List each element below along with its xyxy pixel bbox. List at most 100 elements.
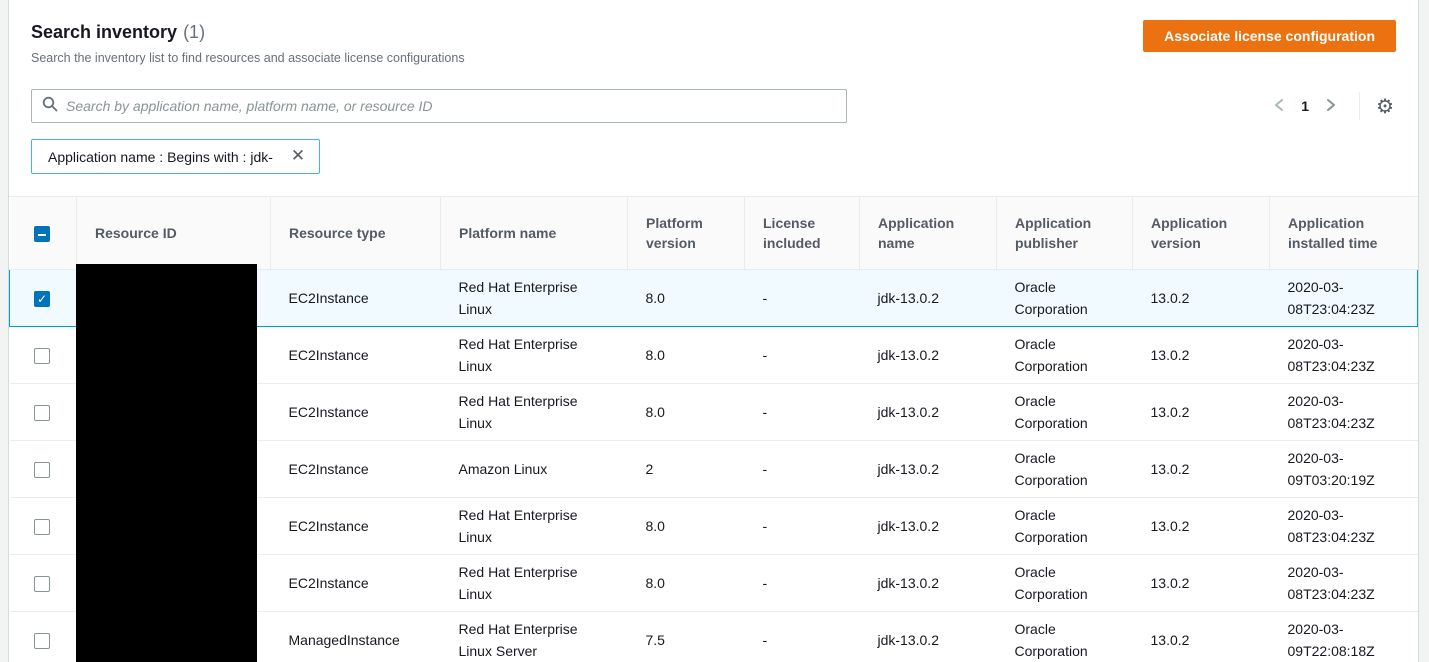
cell-license-included: - xyxy=(744,497,860,555)
cell-application-name: jdk-13.0.2 xyxy=(859,326,997,384)
cell-application-installed-time: 2020-03-08T23:04:23Z xyxy=(1269,497,1418,555)
cell-application-publisher: Oracle Corporation xyxy=(996,611,1133,662)
controls-divider xyxy=(1359,92,1361,120)
row-select-cell[interactable] xyxy=(9,611,77,662)
cell-application-publisher: Oracle Corporation xyxy=(996,326,1133,384)
cell-license-included: - xyxy=(744,611,860,662)
cell-platform-name: Red Hat Enterprise Linux xyxy=(440,554,628,612)
current-page-number[interactable]: 1 xyxy=(1301,98,1309,114)
row-checkbox[interactable] xyxy=(33,518,50,535)
column-header-application-publisher[interactable]: Application publisher xyxy=(996,197,1133,270)
cell-application-installed-time: 2020-03-08T23:04:23Z xyxy=(1269,554,1418,612)
column-header-application-version[interactable]: Application version xyxy=(1132,197,1270,270)
cell-application-name: jdk-13.0.2 xyxy=(859,611,997,662)
page-subtitle: Search the inventory list to find resour… xyxy=(31,51,465,65)
column-header-application-installed-time[interactable]: Application installed time xyxy=(1269,197,1418,270)
redacted-resource-id-overlay xyxy=(76,264,257,662)
page-title-text: Search inventory xyxy=(31,22,178,42)
cell-platform-name: Red Hat Enterprise Linux xyxy=(440,383,628,441)
search-box[interactable] xyxy=(31,89,847,123)
select-all-cell[interactable] xyxy=(9,197,77,270)
cell-license-included: - xyxy=(744,440,860,498)
cell-application-version: 13.0.2 xyxy=(1132,440,1270,498)
row-checkbox[interactable] xyxy=(33,404,50,421)
cell-platform-name: Red Hat Enterprise Linux xyxy=(440,326,628,384)
chevron-left-icon xyxy=(1273,98,1285,115)
cell-platform-name: Red Hat Enterprise Linux xyxy=(440,268,628,327)
cell-application-installed-time: 2020-03-08T23:04:23Z xyxy=(1269,383,1418,441)
next-page-button[interactable] xyxy=(1317,94,1345,119)
search-input[interactable] xyxy=(66,98,836,114)
row-select-cell[interactable] xyxy=(9,554,77,612)
row-select-cell[interactable] xyxy=(9,440,77,498)
row-checkbox[interactable] xyxy=(33,461,50,478)
cell-application-installed-time: 2020-03-09T22:08:18Z xyxy=(1269,611,1418,662)
cell-application-version: 13.0.2 xyxy=(1132,326,1270,384)
cell-application-publisher: Oracle Corporation xyxy=(996,440,1133,498)
cell-application-publisher: Oracle Corporation xyxy=(996,268,1133,327)
row-checkbox[interactable] xyxy=(33,347,50,364)
panel-header: Search inventory (1) Search the inventory… xyxy=(31,20,465,66)
cell-platform-name: Red Hat Enterprise Linux Server xyxy=(440,611,628,662)
cell-application-name: jdk-13.0.2 xyxy=(859,440,997,498)
page-title: Search inventory (1) xyxy=(31,20,465,44)
row-checkbox[interactable]: ✓ xyxy=(34,290,50,307)
cell-platform-version: 8.0 xyxy=(627,326,745,384)
row-select-cell[interactable]: ✓ xyxy=(9,268,77,327)
column-header-application-name[interactable]: Application name xyxy=(859,197,997,270)
cell-application-name: jdk-13.0.2 xyxy=(859,268,997,327)
gear-icon[interactable]: ⚙ xyxy=(1374,94,1396,118)
column-header-platform-version[interactable]: Platform version xyxy=(627,197,745,270)
cell-application-publisher: Oracle Corporation xyxy=(996,497,1133,555)
cell-application-installed-time: 2020-03-08T23:04:23Z xyxy=(1269,268,1418,327)
cell-license-included: - xyxy=(744,554,860,612)
column-header-platform-name[interactable]: Platform name xyxy=(440,197,628,270)
cell-application-name: jdk-13.0.2 xyxy=(859,497,997,555)
cell-application-publisher: Oracle Corporation xyxy=(996,383,1133,441)
row-checkbox[interactable] xyxy=(33,575,50,592)
search-inventory-page: { "page": { "background": "#f2f3f3", "pa… xyxy=(0,0,1429,662)
row-select-cell[interactable] xyxy=(9,497,77,555)
pagination-controls: 1 ⚙ xyxy=(1265,89,1396,123)
cell-application-version: 13.0.2 xyxy=(1132,268,1270,327)
cell-resource-type: EC2Instance xyxy=(270,383,441,441)
result-count: (1) xyxy=(183,22,206,42)
cell-application-name: jdk-13.0.2 xyxy=(859,383,997,441)
row-checkbox[interactable] xyxy=(33,632,50,649)
cell-platform-version: 7.5 xyxy=(627,611,745,662)
cell-resource-type: EC2Instance xyxy=(270,497,441,555)
table-header-row: Resource ID Resource type Platform name … xyxy=(9,197,1418,270)
filter-tag[interactable]: Application name : Begins with : jdk- ✕ xyxy=(31,139,321,174)
cell-application-publisher: Oracle Corporation xyxy=(996,554,1133,612)
cell-application-name: jdk-13.0.2 xyxy=(859,554,997,612)
column-header-resource-id[interactable]: Resource ID xyxy=(76,197,271,270)
cell-platform-version: 2 xyxy=(627,440,745,498)
cell-platform-version: 8.0 xyxy=(627,268,745,327)
row-select-cell[interactable] xyxy=(9,326,77,384)
cell-application-version: 13.0.2 xyxy=(1132,383,1270,441)
cell-platform-version: 8.0 xyxy=(627,554,745,612)
previous-page-button[interactable] xyxy=(1265,94,1293,119)
column-header-resource-type[interactable]: Resource type xyxy=(270,197,441,270)
cell-resource-type: EC2Instance xyxy=(270,268,441,327)
select-all-checkbox[interactable] xyxy=(33,226,50,243)
cell-resource-type: EC2Instance xyxy=(270,440,441,498)
cell-platform-version: 8.0 xyxy=(627,383,745,441)
row-select-cell[interactable] xyxy=(9,383,77,441)
cell-resource-type: EC2Instance xyxy=(270,554,441,612)
chevron-right-icon xyxy=(1325,98,1337,115)
cell-license-included: - xyxy=(744,383,860,441)
cell-platform-name: Red Hat Enterprise Linux xyxy=(440,497,628,555)
cell-platform-version: 8.0 xyxy=(627,497,745,555)
cell-application-installed-time: 2020-03-09T03:20:19Z xyxy=(1269,440,1418,498)
cell-resource-type: EC2Instance xyxy=(270,326,441,384)
cell-platform-name: Amazon Linux xyxy=(440,440,628,498)
column-header-license-included[interactable]: License included xyxy=(744,197,860,270)
cell-license-included: - xyxy=(744,326,860,384)
magnifier-icon xyxy=(42,96,58,117)
filter-tag-label: Application name : Begins with : jdk- xyxy=(48,148,273,165)
associate-license-configuration-button[interactable]: Associate license configuration xyxy=(1143,20,1396,52)
filter-tag-close-icon[interactable]: ✕ xyxy=(289,148,307,165)
cell-application-version: 13.0.2 xyxy=(1132,497,1270,555)
cell-application-version: 13.0.2 xyxy=(1132,611,1270,662)
